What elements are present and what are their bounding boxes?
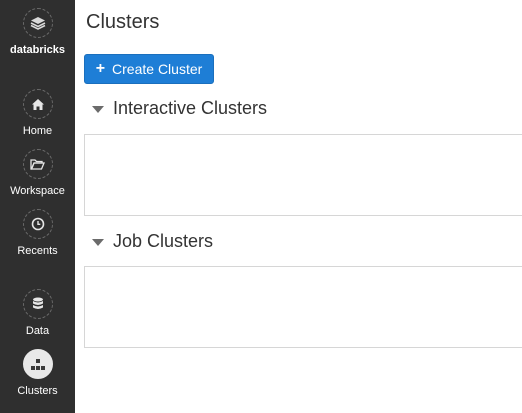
sidebar: databricks Home Workspace Recents Data C… <box>0 0 75 413</box>
sidebar-brand-databricks[interactable]: databricks <box>0 8 75 57</box>
section-job-clusters[interactable]: Job Clusters <box>92 231 213 252</box>
sidebar-item-label: Workspace <box>10 185 65 197</box>
database-icon <box>22 289 53 319</box>
interactive-clusters-table <box>84 134 522 216</box>
job-clusters-table <box>84 266 522 348</box>
sidebar-item-home[interactable]: Home <box>0 89 75 138</box>
clusters-icon <box>22 349 53 379</box>
sidebar-item-label: Recents <box>17 245 58 257</box>
create-cluster-label: Create Cluster <box>112 61 203 77</box>
sidebar-item-label: Data <box>25 325 50 337</box>
databricks-logo-icon <box>22 8 53 38</box>
sidebar-item-workspace[interactable]: Workspace <box>0 149 75 198</box>
home-icon <box>22 89 53 119</box>
folder-open-icon <box>22 149 53 179</box>
page-title: Clusters <box>86 11 160 33</box>
section-title: Interactive Clusters <box>113 98 268 118</box>
section-title: Job Clusters <box>113 231 214 251</box>
plus-icon: + <box>95 60 106 77</box>
section-interactive-clusters[interactable]: Interactive Clusters <box>92 98 267 119</box>
sidebar-item-label: Home <box>22 125 53 137</box>
clock-icon <box>22 209 53 239</box>
sidebar-item-recents[interactable]: Recents <box>0 209 75 258</box>
caret-down-icon <box>92 239 104 246</box>
create-cluster-button[interactable]: + Create Cluster <box>84 54 214 84</box>
sidebar-item-clusters[interactable]: Clusters <box>0 349 75 398</box>
caret-down-icon <box>92 106 104 113</box>
sidebar-item-data[interactable]: Data <box>0 289 75 338</box>
sidebar-item-label: Clusters <box>17 385 58 397</box>
brand-label: databricks <box>9 44 66 56</box>
